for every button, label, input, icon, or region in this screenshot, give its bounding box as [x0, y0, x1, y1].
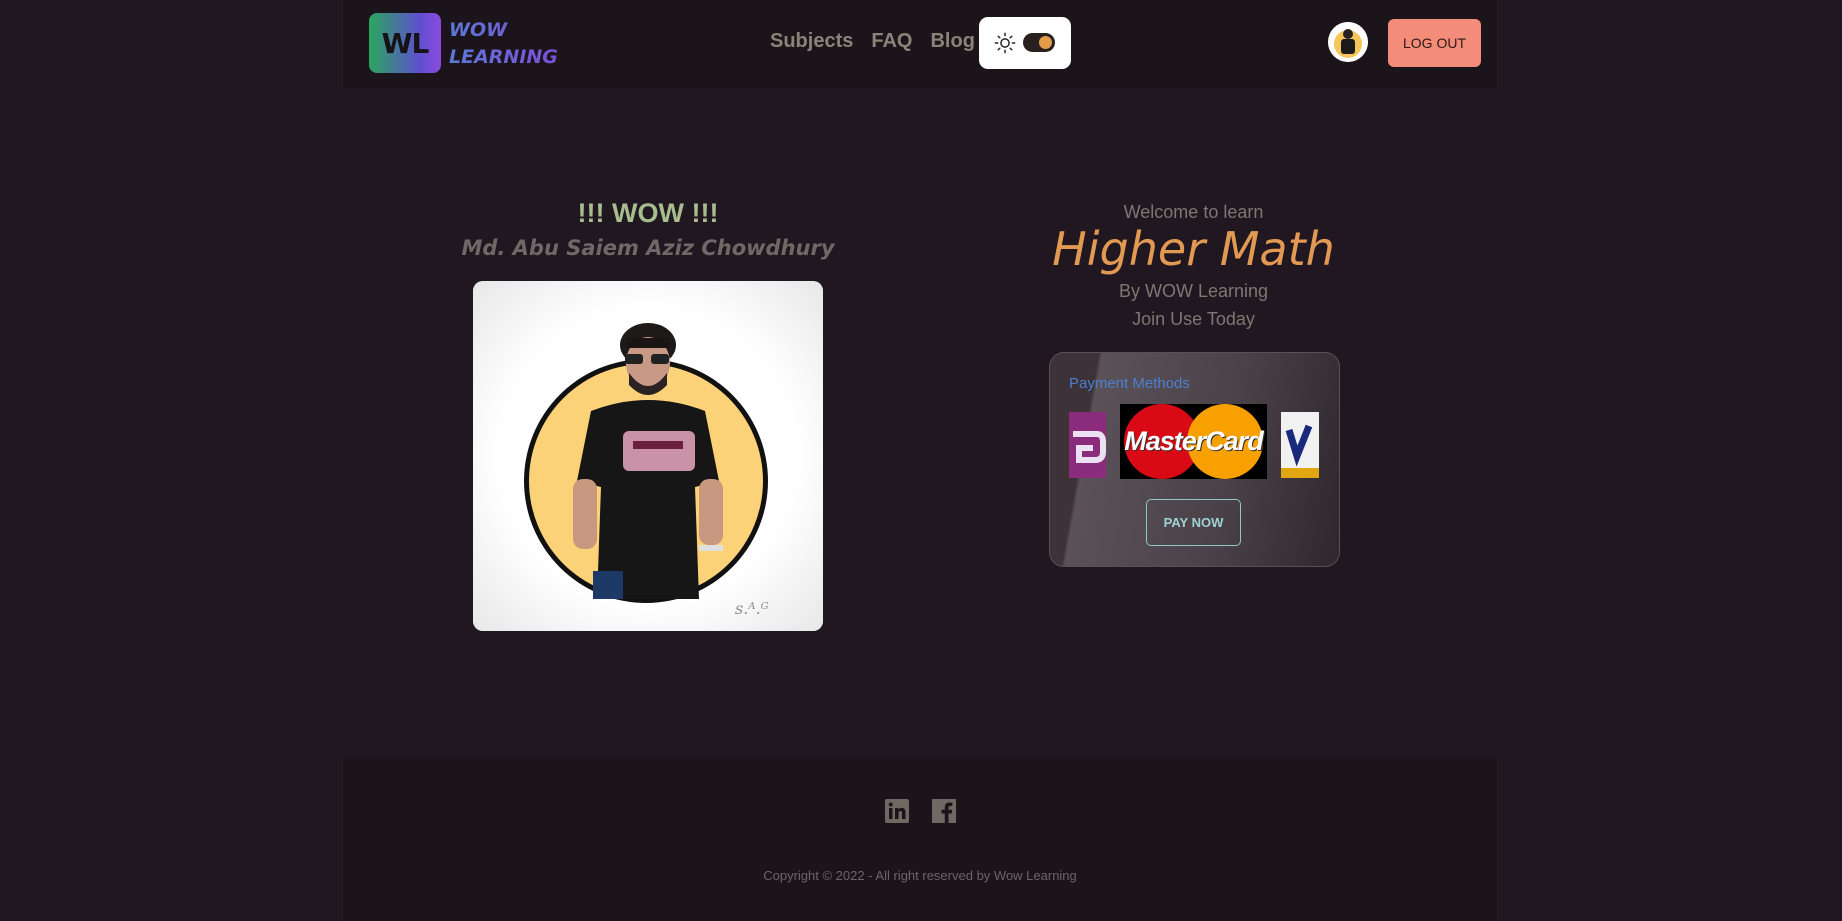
- brand-name[interactable]: WOW LEARNING: [449, 17, 558, 71]
- footer: Copyright © 2022 - All right reserved by…: [343, 757, 1497, 921]
- sun-icon: [994, 32, 1016, 54]
- payment-card: Payment Methods MasterCard PAY NOW: [1049, 352, 1340, 567]
- profile-illustration: ꜱ.ᴬ.ᴳ: [473, 281, 823, 631]
- facebook-icon[interactable]: [932, 799, 956, 823]
- visa-mark: [1281, 412, 1319, 478]
- payment-carousel[interactable]: MasterCard: [1069, 404, 1319, 479]
- main-nav: Subjects FAQ Blog: [770, 30, 993, 53]
- avatar-photo: [1328, 22, 1368, 62]
- svg-text:ꜱ.ᴬ.ᴳ: ꜱ.ᴬ.ᴳ: [735, 599, 769, 618]
- mastercard-logo[interactable]: MasterCard: [1120, 404, 1267, 479]
- user-avatar[interactable]: [1328, 22, 1368, 62]
- author-name: Md. Abu Saiem Aziz Chowdhury: [461, 236, 835, 260]
- join-text: Join Use Today: [1132, 309, 1255, 329]
- navbar: WL WOW LEARNING Subjects FAQ Blog LOG OU…: [343, 0, 1497, 88]
- brand-name-line2: LEARNING: [449, 46, 558, 68]
- course-title: Higher Math: [1052, 222, 1335, 276]
- pay-now-button[interactable]: PAY NOW: [1146, 499, 1241, 546]
- bkash-logo[interactable]: [1069, 412, 1106, 478]
- hero-wow-title: !!! WOW !!!: [577, 198, 719, 228]
- theme-toggle[interactable]: [979, 17, 1071, 69]
- logout-button[interactable]: LOG OUT: [1388, 19, 1481, 67]
- brand-name-line1: WOW: [449, 19, 508, 41]
- profile-photo: ꜱ.ᴬ.ᴳ: [473, 281, 823, 631]
- visa-logo[interactable]: [1281, 412, 1319, 478]
- bkash-mark: [1069, 412, 1106, 478]
- nav-link-blog[interactable]: Blog: [930, 30, 974, 53]
- linkedin-icon[interactable]: [885, 799, 909, 823]
- theme-switch[interactable]: [1023, 33, 1055, 52]
- nav-link-subjects[interactable]: Subjects: [770, 30, 853, 53]
- logo-badge[interactable]: WL: [369, 13, 441, 73]
- theme-switch-knob: [1039, 36, 1052, 49]
- copyright-text: Copyright © 2022 - All right reserved by…: [763, 868, 1077, 883]
- mastercard-wordmark: MasterCard: [1124, 426, 1264, 456]
- nav-link-faq[interactable]: FAQ: [871, 30, 912, 53]
- byline-text: By WOW Learning: [1118, 281, 1269, 301]
- welcome-text: Welcome to learn: [1123, 202, 1264, 222]
- payment-methods-label: Payment Methods: [1069, 375, 1190, 392]
